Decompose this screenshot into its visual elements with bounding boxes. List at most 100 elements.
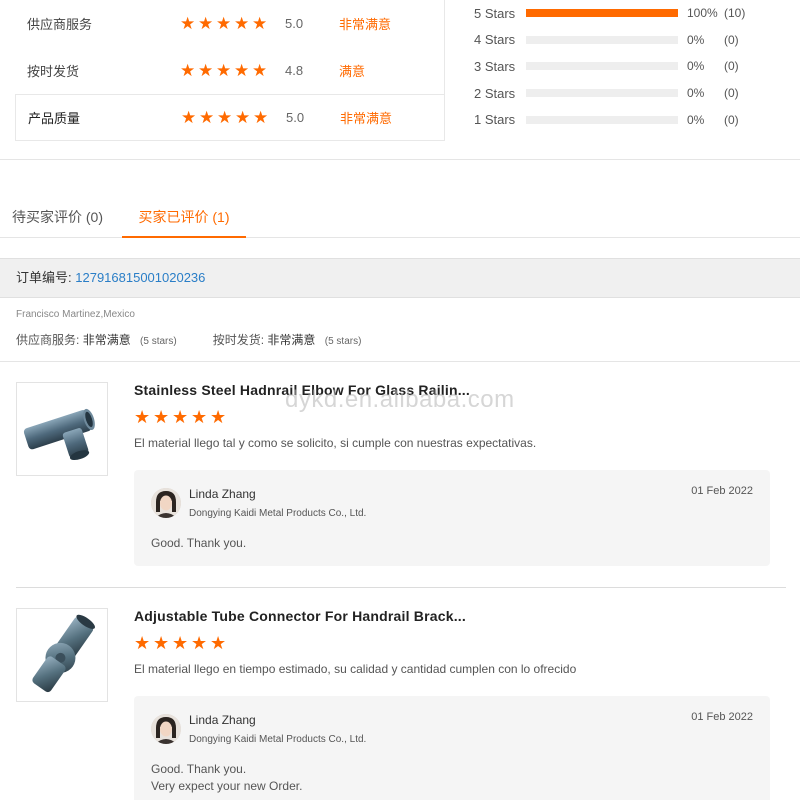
reply-text: Good. Thank you. [151,762,247,776]
divider [16,587,786,588]
rating-score: 5.0 [286,110,305,125]
distribution-count: (0) [724,32,739,47]
distribution-label: 3 Stars [474,58,516,74]
buyer-ratings: 供应商服务: 非常满意 (5 stars) 按时发货: 非常满意 (5 star… [16,331,397,348]
rating-score: 5.0 [285,16,304,31]
star-half-icon: ★ [252,61,268,80]
distribution-bar [526,9,678,18]
star-icon: ★ [172,633,189,653]
distribution-bar [526,89,678,98]
buyer-service-stars: (5 stars) [140,336,177,347]
distribution-label: 1 Stars [474,112,516,128]
buyer-shipping-value: 非常满意 [267,333,316,347]
star-icon: ★ [134,407,151,427]
order-number-link[interactable]: 127916815001020236 [75,270,205,285]
reply-text: Very expect your new Order. [151,779,303,793]
star-icon: ★ [235,108,251,127]
rating-row-shipping: 按时发货 ★ ★ ★ ★ ★ 4.8 满意 [15,47,445,94]
buyer-shipping-label: 按时发货: [212,333,265,347]
buyer-service-label: 供应商服务: [16,333,80,347]
review-comment: El material llego tal y como se solicito… [134,436,537,450]
divider [0,361,800,362]
distribution-percent: 0% [687,86,705,101]
product-thumbnail[interactable] [16,382,108,476]
elbow-fitting-image [23,408,95,461]
rating-verdict: 非常满意 [339,17,392,32]
reply-text: Good. Thank you. [151,536,247,550]
product-title-link[interactable]: Adjustable Tube Connector For Handrail B… [134,608,466,624]
avatar [151,488,181,518]
distribution-label: 4 Stars [474,32,516,48]
distribution-label: 2 Stars [474,85,516,101]
distribution-bar [526,115,678,124]
distribution-row: 5 Stars 100% (10) [474,0,794,27]
rating-summary: 供应商服务 ★ ★ ★ ★ ★ 5.0 非常满意 按时发货 ★ ★ ★ ★ ★ 4.8 满意 产… [0,0,800,160]
reply-author-name: Linda Zhang [189,713,256,727]
distribution-bar [526,62,678,71]
rating-label: 按时发货 [27,64,80,79]
seller-rating-list: 供应商服务 ★ ★ ★ ★ ★ 5.0 非常满意 按时发货 ★ ★ ★ ★ ★ 4.8 满意 产… [15,0,445,141]
star-distribution: 5 Stars 100% (10) 4 Stars 0% (0) 3 Stars… [474,0,794,133]
reply-company: Dongying Kaidi Metal Products Co., Ltd. [189,734,367,745]
rating-row-quality: 产品质量 ★ ★ ★ ★ ★ 5.0 非常满意 [15,94,445,141]
star-icon: ★ [180,61,196,80]
star-icon: ★ [210,633,227,653]
review-comment: El material llego en tiempo estimado, su… [134,662,577,676]
reply-company: Dongying Kaidi Metal Products Co., Ltd. [189,508,367,519]
connector-fitting-image [32,614,95,693]
rating-verdict: 满意 [339,64,366,79]
distribution-fill [526,9,678,18]
star-icon: ★ [198,61,214,80]
order-label: 订单编号: [16,270,72,285]
star-icon: ★ [134,633,151,653]
star-icon: ★ [198,14,214,33]
star-icon: ★ [153,407,170,427]
buyer-service-value: 非常满意 [82,333,131,347]
order-bar: 订单编号: 127916815001020236 [0,258,800,298]
star-icon: ★ [234,61,250,80]
star-icon: ★ [217,108,233,127]
rating-stars: ★ ★ ★ ★ ★ [180,62,269,79]
buyer-shipping-stars: (5 stars) [324,336,362,347]
star-icon: ★ [180,14,196,33]
distribution-count: (10) [724,6,746,21]
distribution-percent: 0% [687,32,705,47]
rating-stars: ★ ★ ★ ★ ★ [180,15,269,32]
distribution-row: 3 Stars 0% (0) [474,53,794,80]
buyer-service-rating: 供应商服务: 非常满意 (5 stars) [16,331,177,348]
review-tabs: 待买家评价 (0) 买家已评价 (1) [0,196,800,238]
product-thumbnail[interactable] [16,608,108,702]
distribution-count: (0) [724,112,739,127]
star-icon: ★ [216,14,232,33]
review-item: Adjustable Tube Connector For Handrail B… [16,608,786,800]
star-icon: ★ [252,14,268,33]
rating-label: 产品质量 [28,111,81,126]
rating-verdict: 非常满意 [340,111,393,126]
distribution-percent: 100% [687,6,718,21]
star-icon: ★ [172,407,189,427]
distribution-count: (0) [724,86,739,101]
distribution-count: (0) [724,59,739,74]
rating-score: 4.8 [285,63,304,78]
star-icon: ★ [199,108,215,127]
star-icon: ★ [191,633,208,653]
star-icon: ★ [181,108,197,127]
distribution-row: 1 Stars 0% (0) [474,106,794,133]
star-icon: ★ [153,633,170,653]
distribution-bar [526,35,678,44]
star-icon: ★ [253,108,269,127]
distribution-label: 5 Stars [474,5,516,21]
distribution-row: 2 Stars 0% (0) [474,80,794,107]
rating-label: 供应商服务 [27,17,93,32]
buyer-shipping-rating: 按时发货: 非常满意 (5 stars) [213,331,362,348]
rating-stars: ★ ★ ★ ★ ★ [181,109,270,126]
reply-date: 01 Feb 2022 [691,485,753,497]
avatar-image [151,714,181,744]
star-icon: ★ [216,61,232,80]
tab-pending-reviews[interactable]: 待买家评价 (0) [12,196,103,238]
tab-buyer-reviewed[interactable]: 买家已评价 (1) [122,196,246,238]
distribution-percent: 0% [687,59,705,74]
avatar-image [151,488,181,518]
distribution-percent: 0% [687,112,705,127]
watermark: dykd.en.alibaba.com [285,386,515,413]
